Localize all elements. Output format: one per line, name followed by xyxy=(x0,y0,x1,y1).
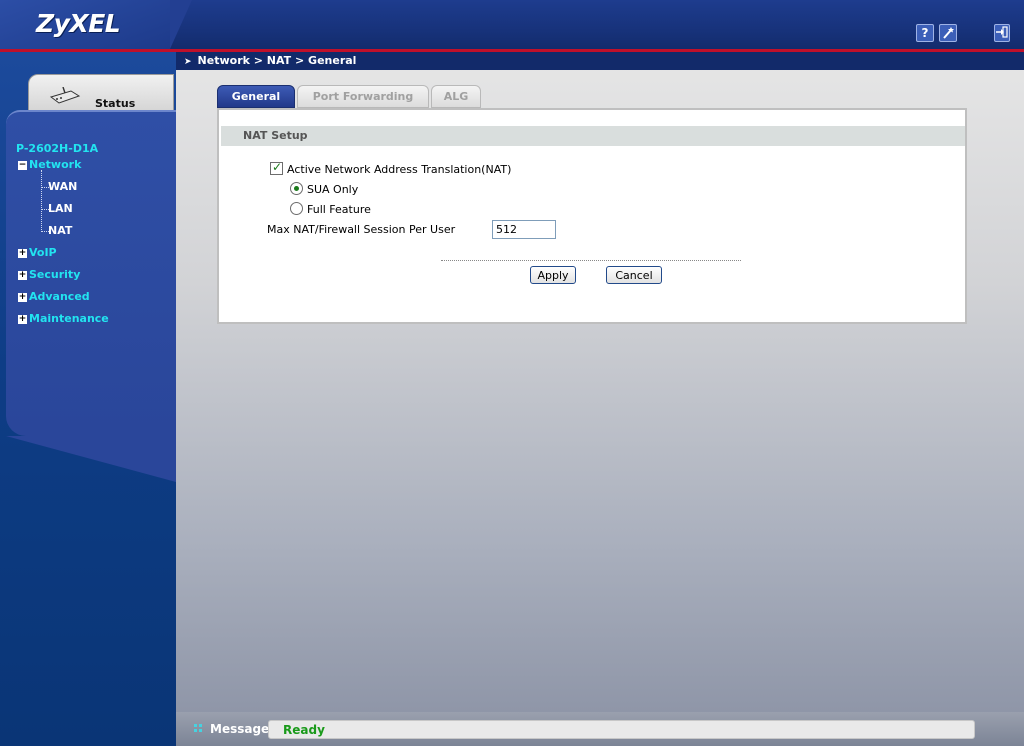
top-header: ZyXEL ? xyxy=(0,0,1024,52)
max-session-label: Max NAT/Firewall Session Per User xyxy=(267,223,456,236)
device-name: P-2602H-D1A xyxy=(16,142,99,155)
menu-lan[interactable]: LAN xyxy=(48,202,73,215)
apply-button[interactable]: Apply xyxy=(530,266,576,284)
help-icon[interactable]: ? xyxy=(916,24,934,42)
active-nat-checkbox[interactable] xyxy=(270,160,283,175)
expand-icon[interactable]: + xyxy=(18,270,27,280)
full-feature-radio[interactable] xyxy=(290,202,303,215)
status-label: Status xyxy=(95,97,136,110)
breadcrumb-text: Network > NAT > General xyxy=(197,54,357,67)
menu-network[interactable]: − Network xyxy=(18,158,81,171)
menu-security[interactable]: + Security xyxy=(18,268,80,281)
menu-maintenance-label: Maintenance xyxy=(29,312,109,325)
collapse-icon[interactable]: − xyxy=(18,160,27,170)
chevron-right-icon: ➤ xyxy=(184,57,192,67)
message-field: Ready xyxy=(268,720,975,739)
menu-voip[interactable]: + VoIP xyxy=(18,246,57,259)
logout-icon[interactable] xyxy=(994,24,1010,42)
breadcrumb-bar: ➤ Network > NAT > General xyxy=(176,52,1024,70)
main-content: ➤ Network > NAT > General General Port Fo… xyxy=(176,52,1024,712)
zyxel-logo: ZyXEL xyxy=(36,9,121,38)
message-icon xyxy=(194,724,202,732)
logo-area: ZyXEL xyxy=(0,0,192,49)
tree-line xyxy=(41,170,42,230)
divider xyxy=(441,260,741,261)
message-text: Ready xyxy=(283,723,325,737)
expand-icon[interactable]: + xyxy=(18,248,27,258)
expand-icon[interactable]: + xyxy=(18,292,27,302)
message-label: Message xyxy=(210,722,270,736)
logout-arrow-icon xyxy=(996,26,1008,38)
expand-icon[interactable]: + xyxy=(18,314,27,324)
menu-wan[interactable]: WAN xyxy=(48,180,77,193)
status-bar: Message Ready xyxy=(176,712,1024,746)
menu-maintenance[interactable]: + Maintenance xyxy=(18,312,109,325)
tab-alg[interactable]: ALG xyxy=(431,85,481,108)
router-icon xyxy=(49,87,81,104)
sua-only-radio[interactable] xyxy=(290,182,303,195)
tab-port-forwarding[interactable]: Port Forwarding xyxy=(297,85,429,108)
panel-title: NAT Setup xyxy=(243,129,308,142)
menu-advanced-label: Advanced xyxy=(29,290,90,303)
menu-advanced[interactable]: + Advanced xyxy=(18,290,90,303)
nat-setup-panel: NAT Setup Active Network Address Transla… xyxy=(217,108,967,324)
menu-network-label: Network xyxy=(29,158,82,171)
cancel-button[interactable]: Cancel xyxy=(606,266,662,284)
menu-voip-label: VoIP xyxy=(29,246,57,259)
tab-general[interactable]: General xyxy=(217,85,295,108)
max-session-input[interactable] xyxy=(492,220,556,239)
full-feature-label: Full Feature xyxy=(307,203,371,216)
sua-only-label: SUA Only xyxy=(307,183,359,196)
active-nat-label: Active Network Address Translation(NAT) xyxy=(287,163,512,176)
menu-panel: P-2602H-D1A − Network WAN LAN NAT + VoIP +… xyxy=(6,110,176,482)
wand-icon xyxy=(943,27,954,39)
menu-nat[interactable]: NAT xyxy=(48,224,72,237)
breadcrumb: ➤ Network > NAT > General xyxy=(184,54,356,67)
menu-security-label: Security xyxy=(29,268,81,281)
panel-title-bar: NAT Setup xyxy=(221,126,965,146)
wizard-icon[interactable] xyxy=(939,24,957,42)
sidebar: Status P-2602H-D1A − Network WAN LAN NAT … xyxy=(0,52,176,746)
